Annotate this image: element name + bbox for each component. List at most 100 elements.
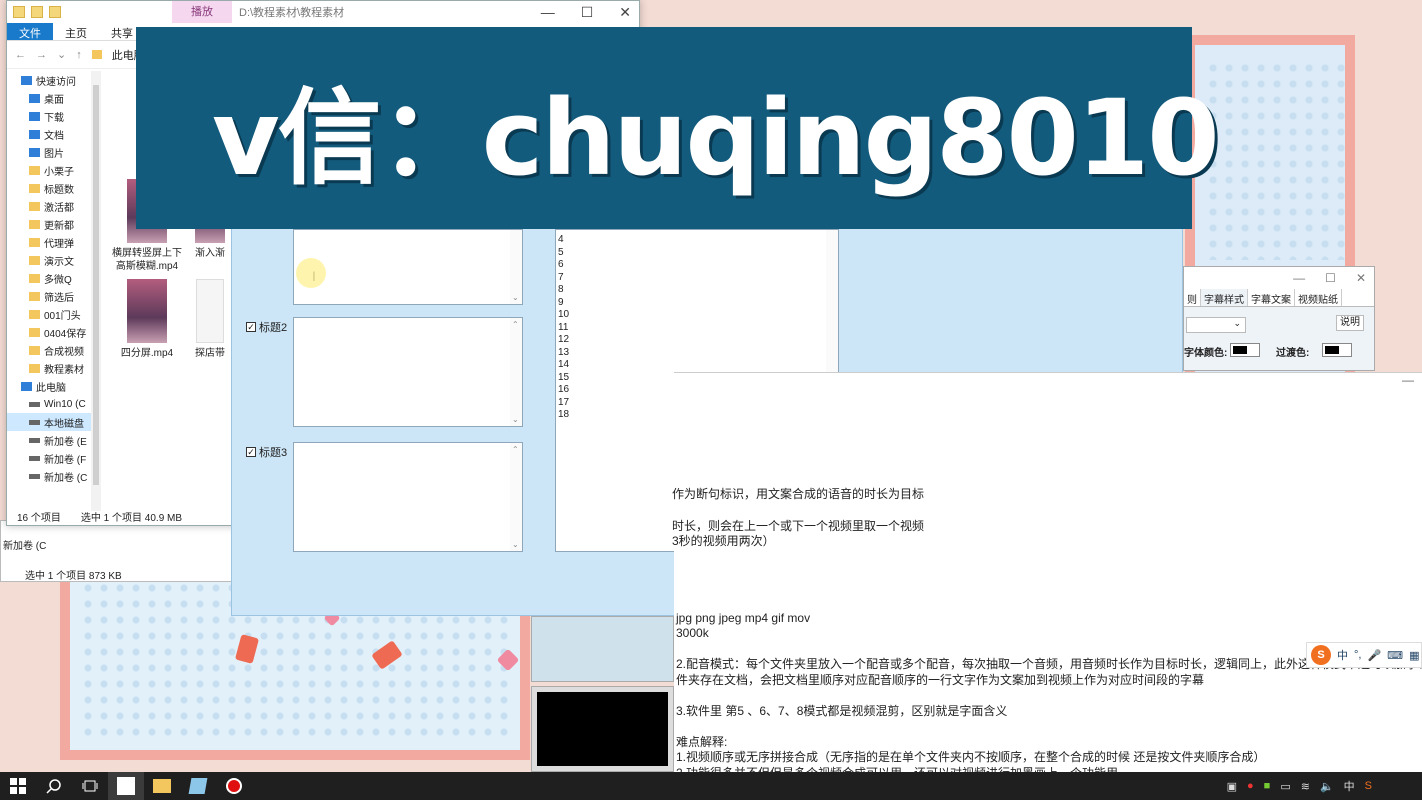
checkbox-check-icon[interactable]: ✓ — [246, 447, 256, 457]
notepad-icon[interactable] — [180, 772, 216, 800]
title3-checkbox[interactable]: ✓ 标题3 — [246, 444, 287, 460]
volume-icon[interactable]: 🔈 — [1320, 780, 1334, 793]
sidebar-item[interactable]: 筛选后 — [7, 287, 97, 305]
font-select[interactable]: ⌄ — [1186, 317, 1246, 333]
file-explorer-icon[interactable] — [144, 772, 180, 800]
wifi-icon[interactable]: ≋ — [1301, 780, 1310, 793]
record-icon[interactable]: ● — [1247, 780, 1254, 792]
sogou-logo-icon[interactable]: S — [1311, 645, 1331, 665]
sidebar-item[interactable]: 小栗子 — [7, 161, 97, 179]
record-icon[interactable] — [216, 772, 252, 800]
folder-icon — [29, 237, 40, 247]
sidebar-item-label: 0404保存 — [44, 328, 87, 340]
sidebar-item[interactable]: 教程素材 — [7, 359, 97, 377]
sidebar-item[interactable]: 下载 — [7, 107, 97, 125]
new-folder-icon[interactable] — [49, 6, 61, 18]
sidebar-item[interactable]: Win10 (C — [7, 395, 97, 413]
click-highlight — [296, 258, 326, 288]
sidebar-scrollbar[interactable] — [91, 71, 101, 511]
network-icon[interactable]: ▭ — [1280, 780, 1290, 793]
recent-chevron-icon[interactable]: ⌄ — [57, 48, 66, 61]
maximize-icon[interactable]: ☐ — [581, 4, 594, 21]
item-count: 16 个项目 — [17, 512, 61, 524]
sogou-tray-icon[interactable]: S — [1365, 780, 1372, 792]
file-item[interactable]: 探店带 — [185, 279, 235, 360]
document-window[interactable]: — 作为断句标识，用文案合成的语音的时长为目标 时长，则会在上一个或下一个视频里… — [672, 372, 1422, 780]
sidebar-item[interactable]: 桌面 — [7, 89, 97, 107]
sidebar-item[interactable]: 标题数 — [7, 179, 97, 197]
app-taskbar-icon[interactable] — [108, 772, 144, 800]
sidebar-item[interactable]: 此电脑 — [7, 377, 97, 395]
close-icon[interactable]: ✕ — [1356, 271, 1366, 285]
sidebar-item[interactable]: 快速访问 — [7, 71, 97, 89]
folder-icon — [29, 255, 40, 265]
sidebar-item[interactable]: 文档 — [7, 125, 97, 143]
drive-icon — [29, 419, 40, 425]
sidebar-item[interactable]: 多微Q — [7, 269, 97, 287]
minimize-icon[interactable]: — — [1402, 373, 1414, 387]
file-item[interactable]: 四分屏.mp4 — [111, 279, 183, 360]
drive-label[interactable]: 新加卷 (C — [3, 537, 46, 552]
sidebar-item[interactable]: 0404保存 — [7, 323, 97, 341]
folder-icon — [29, 327, 40, 337]
sidebar-item[interactable]: 001门头 — [7, 305, 97, 323]
keyboard-icon[interactable]: ⌨ — [1387, 649, 1403, 662]
tab-subtitle-style[interactable]: 字幕样式 — [1201, 289, 1248, 306]
title2-textbox[interactable]: ⌃ ⌄ — [293, 317, 523, 427]
input-language[interactable]: 中 — [1344, 778, 1355, 794]
subtitle-style-dialog[interactable]: — ☐ ✕ 则 字幕样式 字幕文案 视频贴纸 ⌄ 说明 字体颜色: 过渡色: — [1183, 266, 1375, 371]
forward-arrow-icon[interactable]: → — [36, 49, 47, 61]
sidebar-item[interactable]: 新加卷 (F — [7, 449, 97, 467]
tab-home[interactable]: 主页 — [53, 23, 99, 40]
checkbox-check-icon[interactable]: ✓ — [246, 322, 256, 332]
tray-app-icon[interactable]: ▣ — [1227, 780, 1237, 793]
sidebar-item[interactable]: 激活都 — [7, 197, 97, 215]
close-icon[interactable]: ✕ — [619, 4, 631, 21]
sidebar-item[interactable]: 合成视频 — [7, 341, 97, 359]
sidebar-item[interactable]: 演示文 — [7, 251, 97, 269]
task-view-icon[interactable] — [72, 772, 108, 800]
help-button[interactable]: 说明 — [1336, 315, 1364, 331]
title1-textbox[interactable]: ⌄ I — [293, 229, 523, 305]
up-arrow-icon[interactable]: ↑ — [76, 49, 82, 61]
microphone-icon[interactable]: 🎤 — [1367, 649, 1381, 662]
search-icon[interactable] — [36, 772, 72, 800]
properties-icon[interactable] — [31, 6, 43, 18]
ime-language[interactable]: 中 — [1337, 647, 1348, 663]
line-numbers: 4 5 6 7 8 9 10 11 12 13 14 15 16 17 18 — [558, 234, 569, 422]
minimize-icon[interactable]: — — [541, 4, 555, 21]
folder-icon — [29, 111, 40, 121]
tab-subtitle-text[interactable]: 字幕文案 — [1248, 289, 1295, 306]
status-text: 选中 1 个项目 873 KB — [25, 571, 122, 582]
sidebar-item[interactable]: 新加卷 (E — [7, 431, 97, 449]
context-tab-play[interactable]: 播放 — [172, 1, 232, 23]
quick-access-toolbar[interactable] — [7, 6, 61, 18]
document-icon — [196, 279, 224, 343]
explorer-window-back[interactable]: 新加卷 (C 选中 1 个项目 873 KB — [0, 520, 232, 582]
back-arrow-icon[interactable]: ← — [15, 49, 26, 61]
font-color-picker[interactable] — [1230, 343, 1260, 357]
ime-toolbar[interactable]: S 中 °, 🎤 ⌨ ▦ — [1306, 642, 1422, 668]
sidebar-item-label: 001门头 — [44, 310, 81, 322]
sidebar-item[interactable]: 图片 — [7, 143, 97, 161]
nvidia-icon[interactable]: ■ — [1264, 780, 1271, 792]
fade-color-picker[interactable] — [1322, 343, 1352, 357]
sidebar-item[interactable]: 本地磁盘 — [7, 413, 97, 431]
tab-rules[interactable]: 则 — [1184, 289, 1201, 306]
punctuation-icon[interactable]: °, — [1354, 649, 1361, 661]
windows-start-icon[interactable] — [0, 772, 36, 800]
sidebar-item[interactable]: 新加卷 (C — [7, 467, 97, 485]
title3-textbox[interactable]: ⌃ ⌄ — [293, 442, 523, 552]
title2-checkbox[interactable]: ✓ 标题2 — [246, 319, 287, 335]
minimize-icon[interactable]: — — [1293, 271, 1305, 285]
chevron-down-icon[interactable]: ⌄ — [1233, 318, 1241, 328]
explorer-titlebar[interactable]: 播放 D:\教程素材\教程素材 — ☐ ✕ — [7, 1, 639, 23]
grid-icon[interactable]: ▦ — [1409, 649, 1419, 662]
sidebar-item[interactable]: 代理弹 — [7, 233, 97, 251]
folder-icon[interactable] — [13, 6, 25, 18]
tab-video-sticker[interactable]: 视频贴纸 — [1295, 289, 1342, 306]
tab-file[interactable]: 文件 — [7, 23, 53, 40]
sidebar-item[interactable]: 更新都 — [7, 215, 97, 233]
sidebar-item-label: 合成视频 — [44, 346, 84, 358]
maximize-icon[interactable]: ☐ — [1325, 271, 1336, 285]
